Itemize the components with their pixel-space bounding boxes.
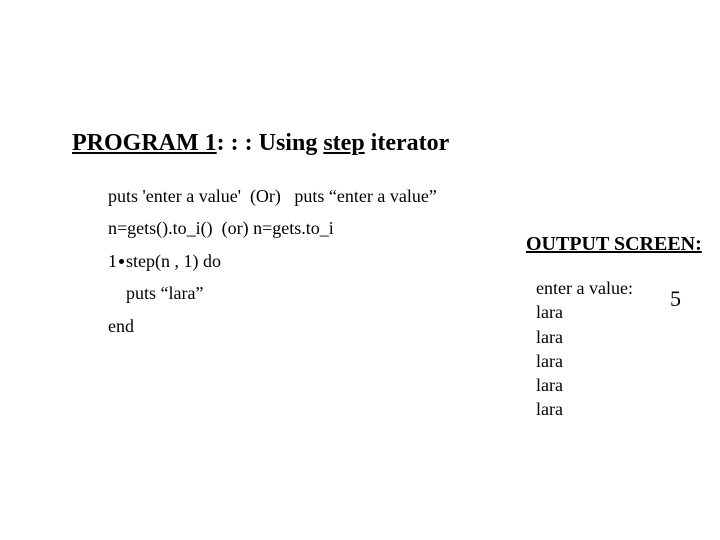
code-line-5: end	[108, 310, 437, 342]
code-token: n=gets().to_i()	[108, 218, 213, 238]
code-token: puts “lara”	[108, 277, 203, 309]
code-line-4: puts “lara”	[108, 277, 437, 309]
output-line: lara	[536, 349, 633, 373]
heading-keyword: step	[323, 130, 364, 156]
code-line-2: n=gets().to_i() (or) n=gets.to_i	[108, 212, 437, 244]
code-token: (Or)	[250, 186, 281, 206]
code-line-3: 1 step(n , 1) do	[108, 245, 437, 277]
heading-suffix: iterator	[365, 130, 450, 156]
code-line-1: puts 'enter a value' (Or) puts “enter a …	[108, 180, 437, 212]
code-token: (or)	[222, 218, 249, 238]
code-block: puts 'enter a value' (Or) puts “enter a …	[108, 180, 437, 342]
heading-program-label: PROGRAM 1	[72, 130, 217, 156]
output-line: lara	[536, 397, 633, 421]
output-line: lara	[536, 300, 633, 324]
code-token: step(n , 1) do	[126, 251, 221, 271]
output-content: enter a value: lara lara lara lara lara	[536, 276, 633, 422]
code-token: puts 'enter a value'	[108, 186, 241, 206]
output-line: lara	[536, 373, 633, 397]
output-line: lara	[536, 325, 633, 349]
output-heading: OUTPUT SCREEN:	[526, 233, 702, 256]
code-token: puts “enter a value”	[294, 186, 436, 206]
code-token: 1	[108, 251, 117, 271]
output-entered-value: 5	[670, 286, 681, 312]
dot-icon	[119, 259, 124, 264]
code-token: n=gets.to_i	[253, 218, 334, 238]
section-heading: PROGRAM 1: : : Using step iterator	[72, 130, 449, 157]
code-token: end	[108, 316, 134, 336]
heading-sep: : : : Using	[217, 130, 324, 156]
output-prompt: enter a value:	[536, 276, 633, 300]
